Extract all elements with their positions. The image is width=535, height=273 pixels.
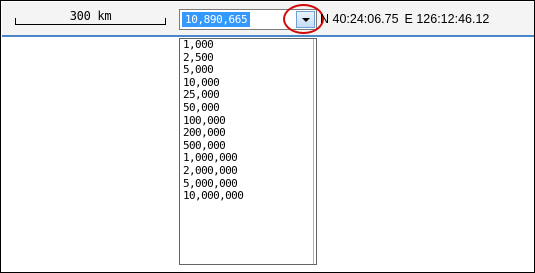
dropdown-scrollbar[interactable] (313, 39, 316, 264)
zoom-option[interactable]: 10,000,000 (183, 190, 244, 203)
scale-bar-label: 300 km (69, 9, 112, 23)
zoom-dropdown-button[interactable] (296, 11, 315, 28)
longitude-readout: E 126:12:46.12 (404, 12, 490, 26)
zoom-option[interactable]: 200,000 (183, 127, 243, 140)
chevron-down-icon (302, 18, 310, 22)
zoom-scale-combobox[interactable]: 10,890,665 (179, 9, 317, 30)
scale-bar-tick-left (15, 18, 16, 25)
scale-bar: 300 km (15, 8, 166, 28)
zoom-option[interactable]: 1,000 (183, 38, 243, 52)
scale-bar-tick-right (165, 18, 166, 25)
zoom-option[interactable]: 2,000,000 (183, 164, 243, 178)
zoom-scale-input[interactable]: 10,890,665 (182, 12, 251, 27)
zoom-scale-dropdown-list[interactable]: 1,000 2,500 5,000 10,000 25,000 50,000 1… (179, 38, 317, 265)
coordinate-readout: N 40:24:06.75 E 126:12:46.12 (320, 12, 489, 26)
latitude-readout: N 40:24:06.75 (320, 12, 399, 26)
map-window: 300 km 10,890,665 N 40:24:06.75 E 126:12:… (0, 0, 535, 273)
zoom-option[interactable]: 50,000 (183, 101, 243, 115)
zoom-option[interactable]: 5,000 (183, 64, 243, 77)
zoom-scale-options: 1,000 2,500 5,000 10,000 25,000 50,000 1… (183, 38, 244, 203)
scale-bar-line (15, 24, 166, 25)
